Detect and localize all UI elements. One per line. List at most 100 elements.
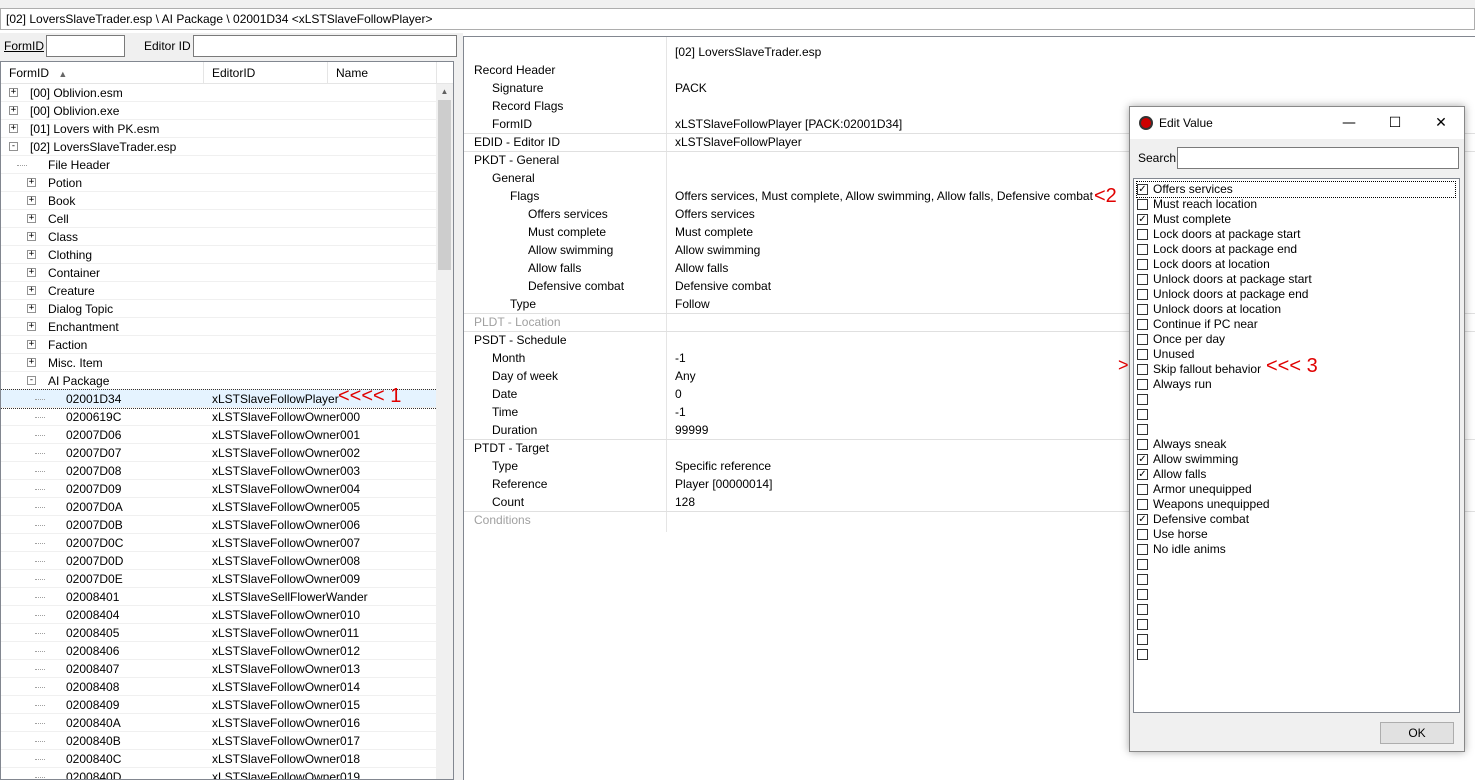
column-header-formid[interactable]: FormID ▲ <box>1 62 204 84</box>
expand-icon[interactable]: + <box>9 124 18 133</box>
tree-row[interactable]: 02001D34 xLSTSlaveFollowPlayer <<<< 1 <box>1 386 438 409</box>
expand-icon[interactable]: + <box>27 286 36 295</box>
checkbox-icon[interactable] <box>1137 349 1148 360</box>
tree-row[interactable]: 02007D0A xLSTSlaveFollowOwner005 <box>1 498 437 516</box>
expand-icon[interactable]: + <box>27 322 36 331</box>
expand-icon[interactable]: + <box>27 178 36 187</box>
tree-row[interactable]: 02007D07 xLSTSlaveFollowOwner002 <box>1 444 437 462</box>
tree-row[interactable]: 0200619C xLSTSlaveFollowOwner000 <box>1 408 437 426</box>
tree-row[interactable]: + Enchantment <box>1 318 437 336</box>
checkbox-icon[interactable] <box>1137 574 1148 585</box>
checkbox-checked-icon[interactable]: ✓ <box>1137 469 1148 480</box>
expand-icon[interactable]: + <box>27 268 36 277</box>
ok-button[interactable]: OK <box>1380 722 1454 744</box>
checkbox-icon[interactable] <box>1137 229 1148 240</box>
tree-row[interactable]: 02008401 xLSTSlaveSellFlowerWander <box>1 588 437 606</box>
checkbox-icon[interactable] <box>1137 604 1148 615</box>
scroll-thumb[interactable] <box>438 100 451 270</box>
expand-icon[interactable]: + <box>27 196 36 205</box>
expand-icon[interactable]: + <box>27 250 36 259</box>
formid-filter-input[interactable] <box>46 35 125 57</box>
tree-row[interactable]: - [02] LoversSlaveTrader.esp <box>1 138 437 156</box>
checkbox-icon[interactable] <box>1137 634 1148 645</box>
checkbox-icon[interactable] <box>1137 424 1148 435</box>
tree-row[interactable]: 02008405 xLSTSlaveFollowOwner011 <box>1 624 437 642</box>
scroll-up-icon[interactable]: ▲ <box>436 84 453 100</box>
checkbox-icon[interactable] <box>1137 379 1148 390</box>
tree-row[interactable]: + Dialog Topic <box>1 300 437 318</box>
tree-row[interactable]: + Creature <box>1 282 437 300</box>
tree-row[interactable]: 02007D0B xLSTSlaveFollowOwner006 <box>1 516 437 534</box>
checkbox-checked-icon[interactable]: ✓ <box>1137 184 1148 195</box>
tree-row[interactable]: 02008408 xLSTSlaveFollowOwner014 <box>1 678 437 696</box>
checkbox-checked-icon[interactable]: ✓ <box>1137 514 1148 525</box>
expand-icon[interactable]: + <box>9 88 18 97</box>
tree-row[interactable]: + Book <box>1 192 437 210</box>
flag-item[interactable]: ✓ Offers services <box>1136 181 1456 198</box>
tree-row[interactable]: + Faction <box>1 336 437 354</box>
checkbox-icon[interactable] <box>1137 304 1148 315</box>
tree-row[interactable]: 0200840D xLSTSlaveFollowOwner019 <box>1 768 437 779</box>
checkbox-checked-icon[interactable]: ✓ <box>1137 214 1148 225</box>
collapse-icon[interactable]: - <box>9 142 18 151</box>
tree-row[interactable]: File Header <box>1 156 437 174</box>
checkbox-icon[interactable] <box>1137 559 1148 570</box>
tree-scrollbar[interactable]: ▲ <box>436 84 453 779</box>
expand-icon[interactable]: + <box>27 232 36 241</box>
checkbox-icon[interactable] <box>1137 589 1148 600</box>
expand-icon[interactable]: + <box>27 304 36 313</box>
checkbox-icon[interactable] <box>1137 274 1148 285</box>
dialog-titlebar[interactable]: Edit Value — ☐ ✕ <box>1130 107 1464 139</box>
minimize-icon[interactable]: — <box>1326 107 1372 139</box>
checkbox-checked-icon[interactable]: ✓ <box>1137 454 1148 465</box>
tree-row[interactable]: 0200840A xLSTSlaveFollowOwner016 <box>1 714 437 732</box>
tree-row[interactable]: 02008404 xLSTSlaveFollowOwner010 <box>1 606 437 624</box>
checkbox-icon[interactable] <box>1137 244 1148 255</box>
tree-row[interactable]: + Container <box>1 264 437 282</box>
checkbox-icon[interactable] <box>1137 619 1148 630</box>
tree-row[interactable]: 02007D0C xLSTSlaveFollowOwner007 <box>1 534 437 552</box>
tree-row[interactable]: 02008406 xLSTSlaveFollowOwner012 <box>1 642 437 660</box>
tree-row[interactable]: + Potion <box>1 174 437 192</box>
checkbox-icon[interactable] <box>1137 544 1148 555</box>
tree-row[interactable]: 02007D08 xLSTSlaveFollowOwner003 <box>1 462 437 480</box>
tree-row[interactable]: + Misc. Item <box>1 354 437 372</box>
checkbox-icon[interactable] <box>1137 319 1148 330</box>
checkbox-icon[interactable] <box>1137 499 1148 510</box>
column-header-name[interactable]: Name <box>328 62 437 84</box>
expand-icon[interactable]: + <box>27 340 36 349</box>
close-icon[interactable]: ✕ <box>1418 107 1464 139</box>
expand-icon[interactable]: + <box>27 358 36 367</box>
checkbox-icon[interactable] <box>1137 649 1148 660</box>
checkbox-icon[interactable] <box>1137 484 1148 495</box>
tree-row[interactable]: 02007D0D xLSTSlaveFollowOwner008 <box>1 552 437 570</box>
checkbox-icon[interactable] <box>1137 394 1148 405</box>
collapse-icon[interactable]: - <box>27 376 36 385</box>
record-field-row[interactable]: Signature PACK <box>464 79 1475 97</box>
checkbox-icon[interactable] <box>1137 529 1148 540</box>
tree-row[interactable]: + [01] Lovers with PK.esm <box>1 120 437 138</box>
tree-row[interactable]: + [00] Oblivion.esm <box>1 84 437 102</box>
tree-row[interactable]: 02007D06 xLSTSlaveFollowOwner001 <box>1 426 437 444</box>
checkbox-icon[interactable] <box>1137 259 1148 270</box>
checkbox-icon[interactable] <box>1137 439 1148 450</box>
tree-row[interactable]: 02007D09 xLSTSlaveFollowOwner004 <box>1 480 437 498</box>
checkbox-icon[interactable] <box>1137 409 1148 420</box>
expand-icon[interactable]: + <box>9 106 18 115</box>
checkbox-icon[interactable] <box>1137 199 1148 210</box>
checkbox-icon[interactable] <box>1137 289 1148 300</box>
checkbox-icon[interactable] <box>1137 364 1148 375</box>
record-field-row[interactable]: Record Header <box>464 61 1475 79</box>
expand-icon[interactable]: + <box>27 214 36 223</box>
tree-row[interactable]: + Cell <box>1 210 437 228</box>
column-header-editorid[interactable]: EditorID <box>204 62 328 84</box>
tree-row[interactable]: 0200840C xLSTSlaveFollowOwner018 <box>1 750 437 768</box>
editorid-filter-input[interactable] <box>192 35 457 57</box>
search-input[interactable] <box>1177 147 1459 169</box>
tree-row[interactable]: + Clothing <box>1 246 437 264</box>
tree-row[interactable]: 02008409 xLSTSlaveFollowOwner015 <box>1 696 437 714</box>
record-field-row[interactable]: [02] LoversSlaveTrader.esp <box>464 43 1475 61</box>
tree-row[interactable]: 02008407 xLSTSlaveFollowOwner013 <box>1 660 437 678</box>
tree-row[interactable]: 02007D0E xLSTSlaveFollowOwner009 <box>1 570 437 588</box>
checkbox-icon[interactable] <box>1137 334 1148 345</box>
